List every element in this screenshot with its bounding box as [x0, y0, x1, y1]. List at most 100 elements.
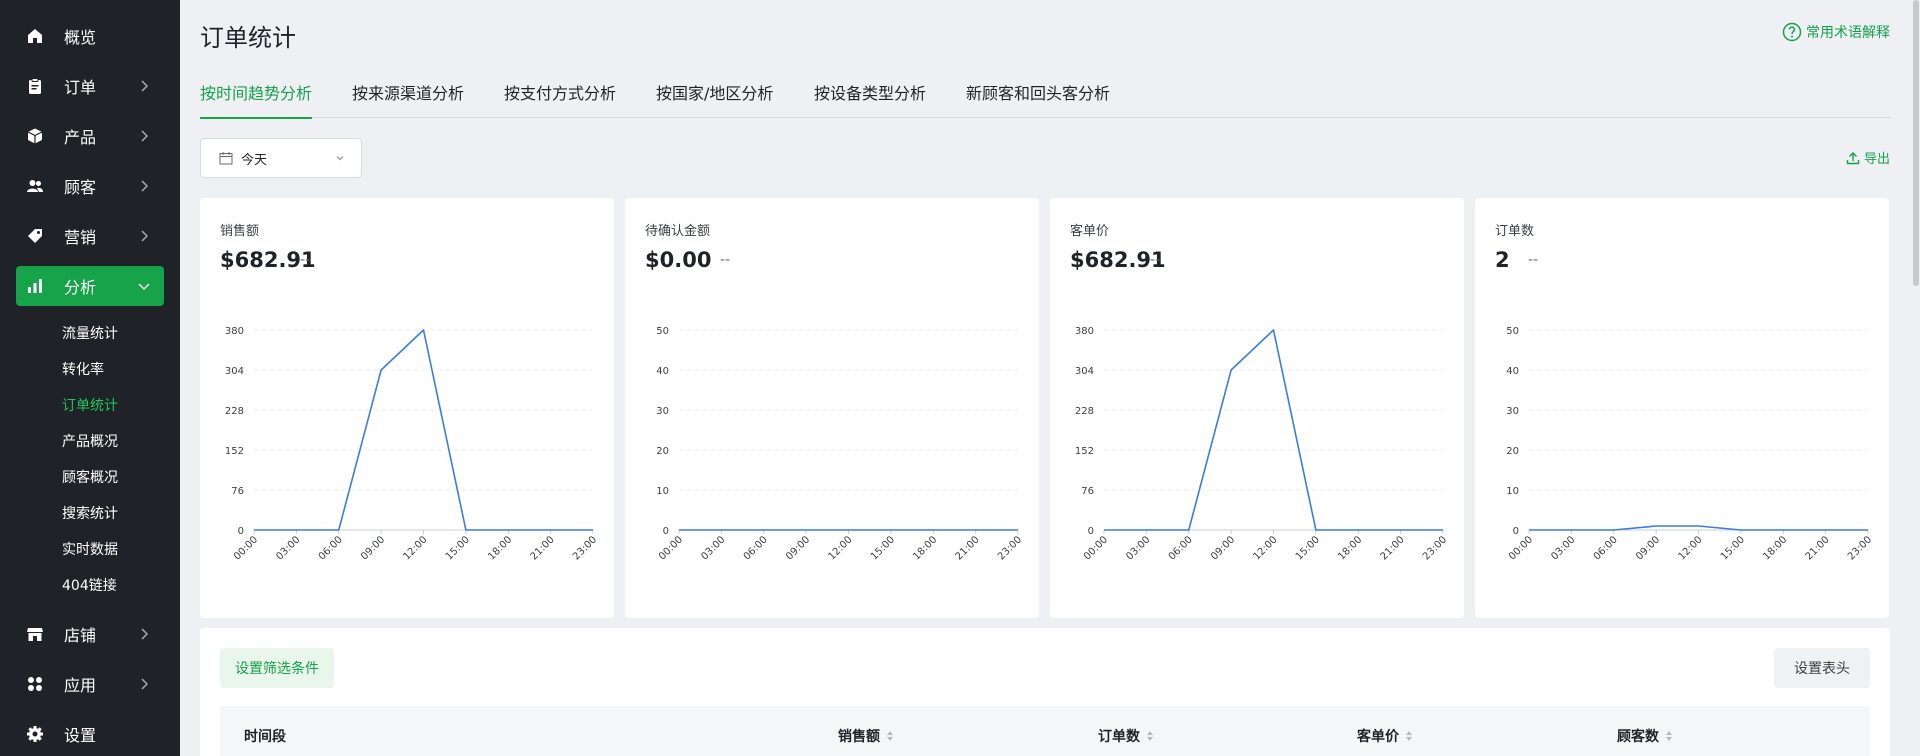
apps-icon [26, 675, 44, 693]
nav-item-store[interactable]: 店铺 [16, 614, 164, 654]
scrollbar-thumb[interactable] [1913, 0, 1919, 286]
tab-source-channel[interactable]: 按来源渠道分析 [352, 84, 464, 118]
x-tick-label: 12:00 [401, 534, 429, 562]
metric-value: 2 [1495, 248, 1510, 272]
tab-new-returning[interactable]: 新顾客和回头客分析 [966, 84, 1110, 118]
y-tick-label: 380 [1075, 326, 1094, 337]
tab-time-trend[interactable]: 按时间趋势分析 [200, 84, 313, 119]
chevron-right-icon [136, 626, 152, 642]
nav-item-overview[interactable]: 概览 [16, 16, 164, 56]
x-tick-label: 15:00 [869, 534, 897, 562]
x-tick-label: 18:00 [911, 534, 939, 562]
tab-payment-method[interactable]: 按支付方式分析 [504, 84, 616, 118]
y-tick-label: 50 [1506, 326, 1519, 337]
date-range-select[interactable]: 今天 [200, 138, 362, 178]
table-panel: 设置筛选条件 设置表头 时间段 销售额 订单数 客单价 顾客数 [200, 628, 1890, 756]
column-header-customers[interactable]: 顾客数 [1617, 726, 1673, 746]
help-link-label: 常用术语解释 [1806, 25, 1890, 41]
y-tick-label: 0 [238, 526, 244, 537]
x-tick-label: 18:00 [1761, 534, 1789, 562]
y-tick-label: 152 [225, 446, 244, 457]
set-columns-button[interactable]: 设置表头 [1774, 648, 1870, 688]
y-tick-label: 40 [656, 366, 669, 377]
users-icon [26, 177, 44, 195]
avg-order-line-chart: 0 76 152 228 304 380 00:00 03:00 06:00 09:00 12:00… [1075, 326, 1449, 563]
column-header-time-period[interactable]: 时间段 [244, 726, 286, 746]
x-tick-label: 06:00 [317, 534, 345, 562]
main-content: 订单统计 常用术语解释 按时间趋势分析 按来源渠道分析 按支付方式分析 按国家/… [180, 0, 1920, 756]
metric-label: 待确认金额 [645, 224, 711, 239]
nav-item-label: 设置 [64, 726, 97, 745]
y-tick-label: 228 [225, 406, 244, 417]
chevron-right-icon [136, 178, 152, 194]
column-header-avg-order[interactable]: 客单价 [1357, 726, 1413, 746]
x-tick-label: 09:00 [1634, 534, 1662, 562]
tab-device-type[interactable]: 按设备类型分析 [814, 84, 926, 118]
sub-item-realtime[interactable]: 实时数据 [62, 540, 118, 560]
order-count-line-chart: 0 10 20 30 40 50 00:00 03:00 06:00 09:00 12:00 15:0… [1506, 326, 1874, 563]
set-filter-button[interactable]: 设置筛选条件 [220, 648, 334, 688]
x-tick-label: 23:00 [996, 534, 1024, 562]
metric-card-order-count: 订单数 2 -- 0 10 20 30 40 50 00:00 03:00 06:00 09:00… [1475, 198, 1889, 618]
nav-item-label: 店铺 [64, 626, 97, 645]
nav-item-apps[interactable]: 应用 [16, 664, 164, 704]
tag-icon [26, 227, 44, 245]
metric-value: $0.00 [645, 248, 712, 272]
nav-item-label: 应用 [64, 676, 97, 695]
nav-item-label: 营销 [64, 228, 97, 247]
x-tick-label: 00:00 [1507, 534, 1535, 562]
x-tick-label: 06:00 [742, 534, 770, 562]
y-tick-label: 152 [1075, 446, 1094, 457]
x-tick-label: 03:00 [1549, 534, 1577, 562]
nav-item-analytics[interactable]: 分析 [16, 266, 164, 306]
nav-item-settings[interactable]: 设置 [16, 714, 164, 754]
export-button[interactable]: 导出 [1846, 148, 1890, 167]
sales-line-chart: 0 76 152 228 304 380 00:00 03:00 06:00 09:00 12:00… [225, 326, 599, 563]
nav-item-label: 分析 [64, 278, 97, 297]
page-scrollbar[interactable] [1912, 0, 1920, 756]
column-header-orders[interactable]: 订单数 [1098, 726, 1154, 746]
sub-item-customer-overview[interactable]: 顾客概况 [62, 468, 118, 488]
x-tick-label: 03:00 [699, 534, 727, 562]
sub-item-product-overview[interactable]: 产品概况 [62, 432, 118, 452]
sub-item-conversion[interactable]: 转化率 [62, 360, 104, 380]
nav-item-marketing[interactable]: 营销 [16, 216, 164, 256]
x-tick-label: 09:00 [1209, 534, 1237, 562]
y-tick-label: 10 [1506, 486, 1519, 497]
metric-delta: -- [720, 252, 731, 268]
export-label: 导出 [1863, 152, 1890, 167]
metric-card-avg-order: 客单价 $682.91 -- 0 76 152 228 304 380 00:00 03:00… [1050, 198, 1464, 618]
sub-item-search-stats[interactable]: 搜索统计 [62, 504, 118, 524]
column-header-sales[interactable]: 销售额 [838, 726, 894, 746]
column-header-label: 顾客数 [1617, 729, 1659, 745]
x-tick-label: 15:00 [1719, 534, 1747, 562]
bar-chart-icon [26, 277, 44, 295]
x-tick-label: 00:00 [1082, 534, 1110, 562]
nav-item-products[interactable]: 产品 [16, 116, 164, 156]
sort-icon [1665, 729, 1673, 743]
x-tick-label: 06:00 [1592, 534, 1620, 562]
y-tick-label: 76 [1081, 486, 1094, 497]
table-header: 时间段 销售额 订单数 客单价 顾客数 [220, 706, 1870, 756]
x-tick-label: 09:00 [784, 534, 812, 562]
tab-country-region[interactable]: 按国家/地区分析 [656, 84, 773, 118]
help-link[interactable]: 常用术语解释 [1782, 22, 1890, 42]
sub-item-traffic[interactable]: 流量统计 [62, 324, 118, 344]
series-line [1529, 525, 1868, 531]
x-tick-label: 21:00 [1804, 534, 1832, 562]
page-title: 订单统计 [200, 24, 296, 52]
sub-item-order-stats[interactable]: 订单统计 [62, 396, 118, 416]
metric-delta: -- [300, 252, 311, 268]
x-tick-label: 15:00 [444, 534, 472, 562]
store-icon [26, 625, 44, 643]
x-tick-label: 18:00 [486, 534, 514, 562]
sub-item-404-links[interactable]: 404链接 [62, 576, 117, 596]
metric-label: 客单价 [1070, 224, 1110, 239]
y-tick-label: 76 [231, 486, 244, 497]
nav-item-orders[interactable]: 订单 [16, 66, 164, 106]
nav-item-customers[interactable]: 顾客 [16, 166, 164, 206]
question-circle-icon [1782, 22, 1802, 42]
y-tick-label: 380 [225, 326, 244, 337]
y-tick-label: 30 [1506, 406, 1519, 417]
metric-card-pending: 待确认金额 $0.00 -- 0 10 20 30 40 50 00:00 03:00 06:0… [625, 198, 1039, 618]
